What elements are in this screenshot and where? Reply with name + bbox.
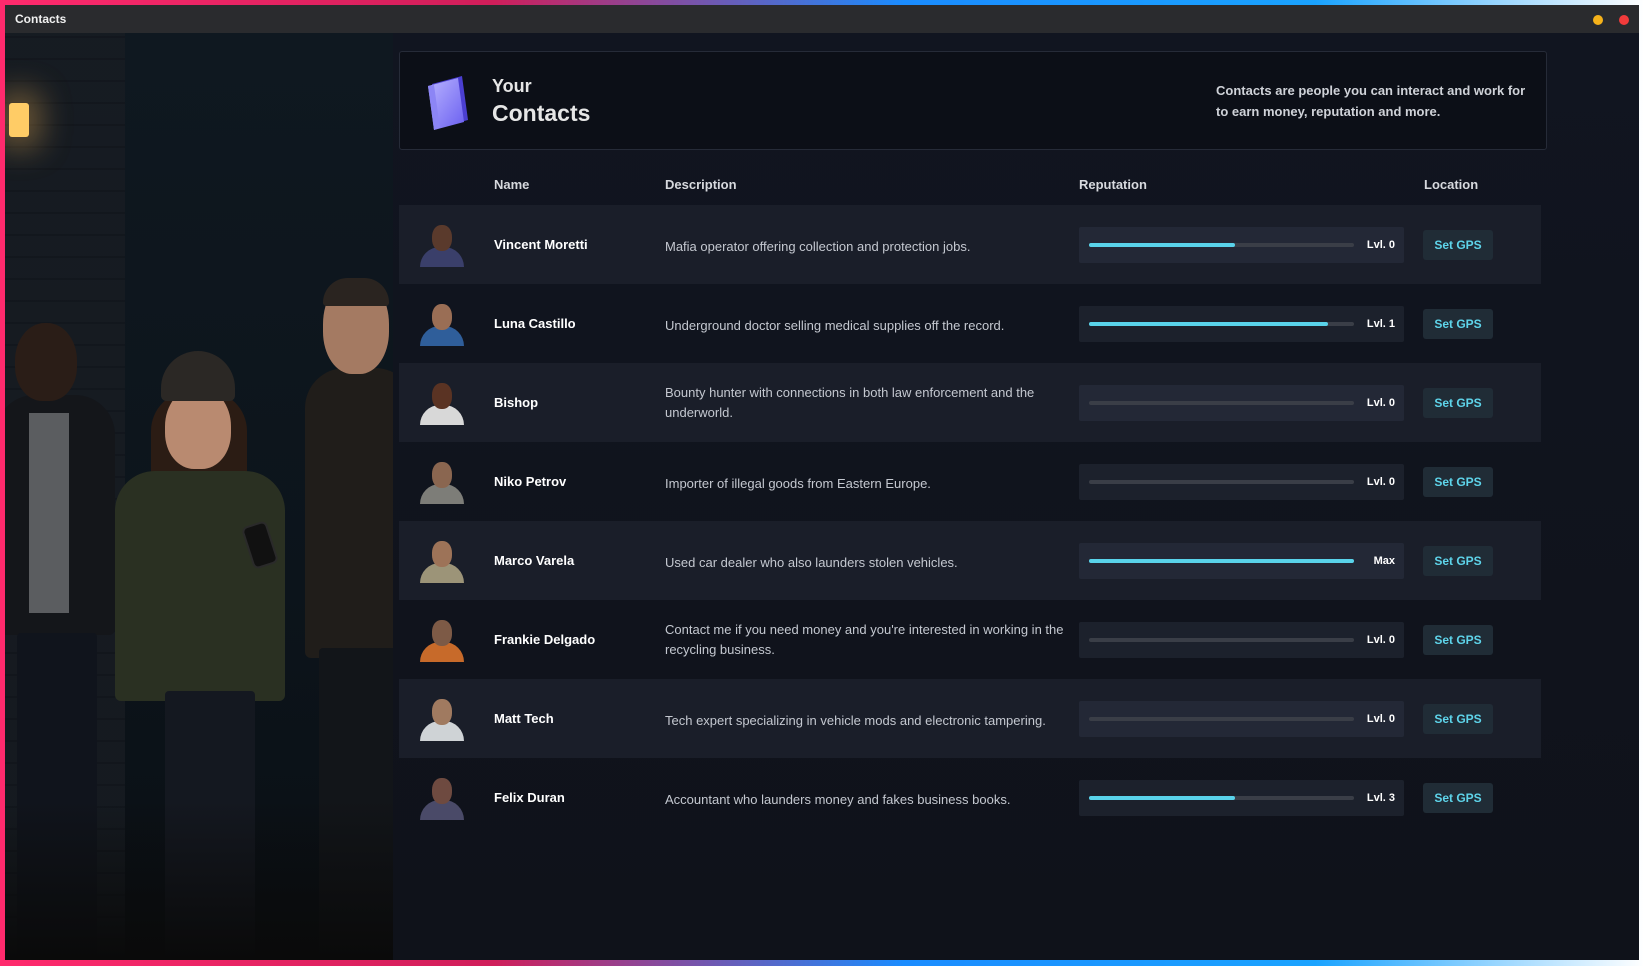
reputation-bar: Lvl. 0 [1079, 622, 1404, 658]
contact-description: Bounty hunter with connections in both l… [665, 385, 1035, 420]
table-row: Bishop Bounty hunter with connections in… [399, 363, 1541, 442]
table-row: Felix Duran Accountant who launders mone… [399, 758, 1541, 837]
reputation-bar: Lvl. 0 [1079, 227, 1404, 263]
ground-shadow [5, 800, 393, 960]
contact-description: Importer of illegal goods from Eastern E… [665, 476, 931, 491]
table-row: Matt Tech Tech expert specializing in ve… [399, 679, 1541, 758]
set-gps-button[interactable]: Set GPS [1423, 309, 1493, 339]
avatar [418, 539, 466, 583]
avatar [418, 460, 466, 504]
table-row: Marco Varela Used car dealer who also la… [399, 521, 1541, 600]
reputation-level: Lvl. 0 [1366, 476, 1395, 488]
reputation-level: Lvl. 0 [1366, 634, 1395, 646]
contact-name: Matt Tech [494, 711, 554, 726]
avatar [418, 302, 466, 346]
contact-name: Marco Varela [494, 553, 575, 568]
contact-name: Bishop [494, 395, 539, 410]
column-description: Description [665, 177, 737, 192]
contact-name: Luna Castillo [494, 316, 576, 331]
contact-description: Tech expert specializing in vehicle mods… [665, 713, 1046, 728]
reputation-level: Max [1373, 555, 1395, 567]
contact-name: Frankie Delgado [494, 632, 596, 647]
minimize-button[interactable] [1593, 15, 1603, 25]
contacts-table: Vincent Moretti Mafia operator offering … [399, 205, 1541, 837]
page-title: Contacts [492, 100, 591, 126]
table-header: Name Description Reputation Location [399, 167, 1541, 199]
contact-description: Mafia operator offering collection and p… [665, 239, 971, 254]
avatar [418, 223, 466, 267]
contact-name: Vincent Moretti [494, 237, 588, 252]
table-row: Niko Petrov Importer of illegal goods fr… [399, 442, 1541, 521]
contact-name: Felix Duran [494, 790, 565, 805]
reputation-bar: Lvl. 3 [1079, 780, 1404, 816]
contacts-window: Contacts Your Contacts Contacts are peop… [5, 5, 1639, 960]
header-description: Contacts are people you can interact and… [1216, 83, 1526, 119]
contacts-panel: Your Contacts Contacts are people you ca… [393, 33, 1639, 960]
column-reputation: Reputation [1079, 177, 1147, 192]
title-bar[interactable]: Contacts [5, 5, 1639, 33]
table-row: Luna Castillo Underground doctor selling… [399, 284, 1541, 363]
reputation-level: Lvl. 1 [1366, 318, 1395, 330]
set-gps-button[interactable]: Set GPS [1423, 704, 1493, 734]
set-gps-button[interactable]: Set GPS [1423, 467, 1493, 497]
avatar [418, 381, 466, 425]
column-location: Location [1424, 177, 1479, 192]
reputation-level: Lvl. 0 [1366, 239, 1395, 251]
close-button[interactable] [1619, 15, 1629, 25]
book-icon [428, 76, 468, 130]
set-gps-button[interactable]: Set GPS [1423, 783, 1493, 813]
set-gps-button[interactable]: Set GPS [1423, 230, 1493, 260]
set-gps-button[interactable]: Set GPS [1423, 546, 1493, 576]
wall-lamp [9, 103, 29, 137]
reputation-bar: Max [1079, 543, 1404, 579]
reputation-level: Lvl. 3 [1366, 792, 1395, 804]
contact-description: Used car dealer who also launders stolen… [665, 555, 958, 570]
contact-description: Underground doctor selling medical suppl… [665, 318, 1005, 333]
reputation-level: Lvl. 0 [1366, 713, 1395, 725]
table-row: Vincent Moretti Mafia operator offering … [399, 205, 1541, 284]
column-name: Name [494, 177, 530, 192]
contact-description: Contact me if you need money and you're … [665, 622, 1064, 657]
set-gps-button[interactable]: Set GPS [1423, 625, 1493, 655]
header-title-small: Your [492, 76, 532, 96]
table-row: Frankie Delgado Contact me if you need m… [399, 600, 1541, 679]
reputation-bar: Lvl. 0 [1079, 464, 1404, 500]
reputation-level: Lvl. 0 [1366, 397, 1395, 409]
reputation-bar: Lvl. 0 [1079, 701, 1404, 737]
contact-description: Accountant who launders money and fakes … [665, 792, 1011, 807]
background-artwork [5, 33, 393, 960]
avatar [418, 697, 466, 741]
reputation-bar: Lvl. 0 [1079, 385, 1404, 421]
header-card: Your Contacts Contacts are people you ca… [399, 51, 1547, 150]
reputation-bar: Lvl. 1 [1079, 306, 1404, 342]
avatar [418, 776, 466, 820]
set-gps-button[interactable]: Set GPS [1423, 388, 1493, 418]
avatar [418, 618, 466, 662]
window-title: Contacts [15, 12, 67, 26]
contact-name: Niko Petrov [494, 474, 567, 489]
